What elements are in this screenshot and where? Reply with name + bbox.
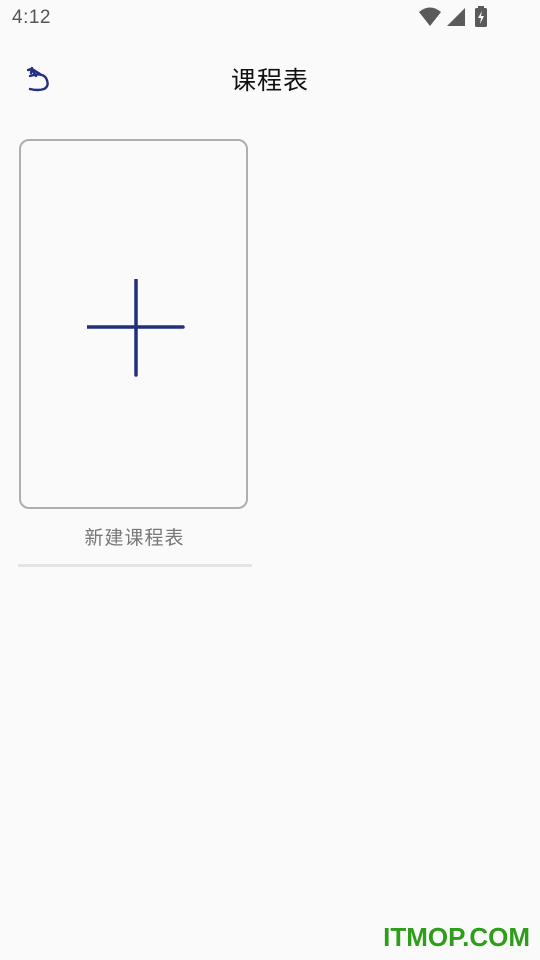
status-bar: 4:12 <box>0 0 540 36</box>
new-timetable-label: 新建课程表 <box>84 527 185 549</box>
battery-charging-icon <box>475 6 487 27</box>
wifi-icon <box>419 7 441 26</box>
plus-icon <box>87 279 185 377</box>
new-timetable-card[interactable] <box>19 139 248 509</box>
page-title: 课程表 <box>230 66 309 95</box>
watermark: ITMOP.COM <box>383 922 530 952</box>
status-time: 4:12 <box>12 7 51 28</box>
divider <box>18 564 252 567</box>
app-bar: 课程表 <box>0 44 540 112</box>
cellular-signal-icon <box>447 8 465 26</box>
